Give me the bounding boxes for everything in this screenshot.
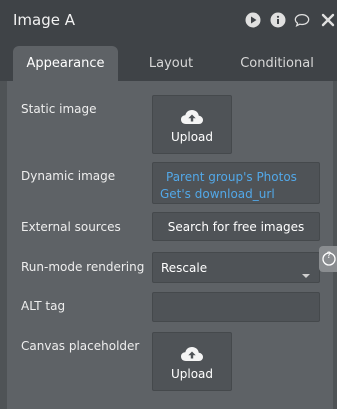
tab-appearance[interactable]: Appearance <box>13 46 118 81</box>
tab-conditional-label: Conditional <box>240 56 314 71</box>
alt-tag-label: ALT tag <box>21 299 66 313</box>
help-tab-label: ? <box>326 251 332 261</box>
dynamic-image-field[interactable]: Parent group's Photos Get's download_url <box>152 162 320 204</box>
window-title: Image A <box>13 11 76 29</box>
comment-icon[interactable] <box>294 12 310 28</box>
canvas-placeholder-upload-button[interactable]: Upload <box>152 332 232 391</box>
tab-layout[interactable]: Layout <box>136 46 206 81</box>
static-image-upload-button[interactable]: Upload <box>152 95 232 154</box>
run-mode-rendering-label: Run-mode rendering <box>21 260 145 274</box>
info-icon[interactable] <box>270 12 286 28</box>
external-sources-label: External sources <box>21 220 121 234</box>
static-image-label: Static image <box>21 102 97 116</box>
tab-appearance-label: Appearance <box>26 56 105 71</box>
dynamic-image-expression-line1[interactable]: Parent group's Photos <box>166 170 297 184</box>
tab-bar: Appearance Layout Conditional <box>0 40 337 81</box>
play-icon[interactable] <box>245 12 261 28</box>
canvas-placeholder-label: Canvas placeholder <box>21 339 140 353</box>
cloud-upload-icon <box>181 110 203 124</box>
chevron-down-icon <box>301 265 311 284</box>
dynamic-image-expression-line2[interactable]: Get's download_url <box>160 187 275 201</box>
canvas-placeholder-upload-label: Upload <box>170 367 214 381</box>
static-image-upload-label: Upload <box>170 130 214 144</box>
tab-conditional[interactable]: Conditional <box>232 46 322 81</box>
title-bar: Image A <box>0 0 337 40</box>
run-mode-rendering-value: Rescale <box>161 261 208 275</box>
search-free-images-button[interactable]: Search for free images <box>152 212 320 241</box>
close-icon[interactable] <box>320 12 336 28</box>
search-free-images-label: Search for free images <box>167 219 305 234</box>
cloud-upload-icon <box>181 347 203 361</box>
dynamic-image-label: Dynamic image <box>21 169 116 183</box>
tab-layout-label: Layout <box>148 56 194 71</box>
run-mode-rendering-select[interactable]: Rescale <box>152 252 320 283</box>
alt-tag-input[interactable] <box>152 292 320 322</box>
help-tab[interactable]: ? <box>319 246 337 272</box>
